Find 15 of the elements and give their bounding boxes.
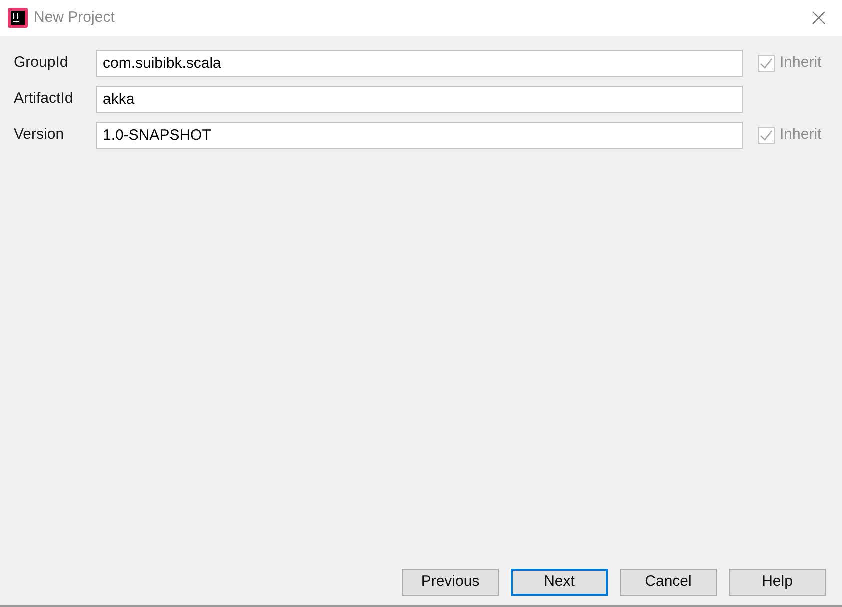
field-label: ArtifactId (14, 88, 74, 109)
checkbox-label: Inherit (780, 124, 822, 145)
dialog-button[interactable]: Next (511, 569, 608, 596)
dialog-button[interactable]: Previous (402, 569, 499, 596)
text-field[interactable]: akka (96, 86, 743, 112)
dialog-button[interactable]: Help (729, 569, 826, 596)
field-label: Version (14, 124, 66, 145)
close-icon[interactable] (812, 11, 826, 25)
window-title: New Project (34, 8, 115, 28)
app-logo-icon (8, 8, 28, 28)
field-label: GroupId (14, 52, 70, 73)
text-field[interactable]: com.suibibk.scala (96, 50, 743, 76)
text-field[interactable]: 1.0-SNAPSHOT (96, 122, 743, 148)
dialog-button[interactable]: Cancel (620, 569, 717, 596)
checkbox-label: Inherit (780, 52, 822, 73)
